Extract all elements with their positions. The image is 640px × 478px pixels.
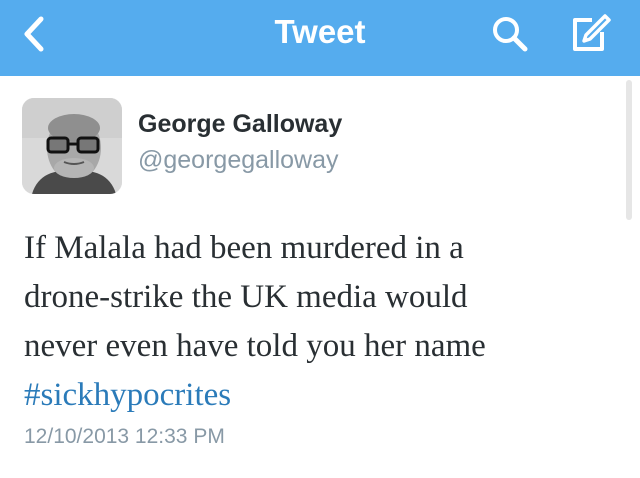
tweet-text-line: drone-strike the UK media would bbox=[24, 279, 468, 315]
search-button[interactable] bbox=[488, 12, 532, 56]
tweet-timestamp: 12/10/2013 12:33 PM bbox=[24, 425, 225, 448]
page-title: Tweet bbox=[274, 13, 366, 50]
avatar[interactable] bbox=[22, 98, 122, 194]
scrollbar[interactable] bbox=[626, 80, 632, 220]
tweet-text: If Malala had been murdered in a drone-s… bbox=[24, 224, 624, 420]
profile-photo bbox=[22, 98, 122, 194]
search-icon bbox=[493, 17, 528, 52]
hashtag-link[interactable]: #sickhypocrites bbox=[24, 371, 624, 420]
tweet-text-line: If Malala had been murdered in a bbox=[24, 230, 464, 266]
compose-icon bbox=[573, 14, 611, 51]
tweet-text-line: never even have told you her name bbox=[24, 328, 486, 364]
author-handle[interactable]: @georgegalloway bbox=[138, 144, 339, 176]
compose-button[interactable] bbox=[566, 10, 614, 58]
author-name[interactable]: George Galloway bbox=[138, 108, 342, 140]
navigation-bar: Tweet bbox=[0, 0, 640, 76]
